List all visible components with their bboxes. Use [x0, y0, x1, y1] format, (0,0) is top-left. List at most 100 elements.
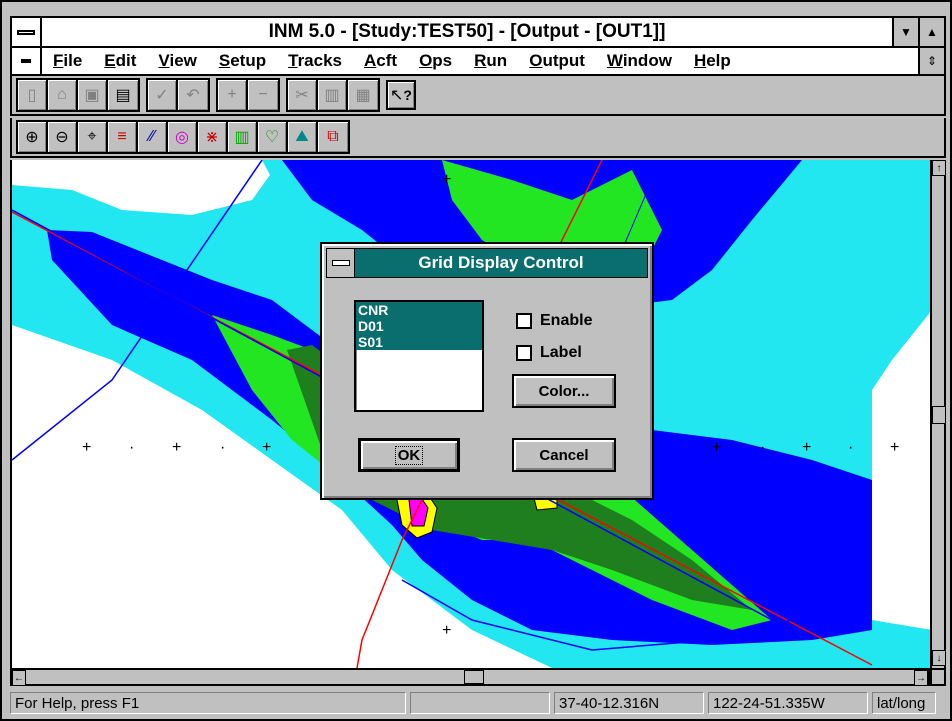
menu-window[interactable]: Window	[596, 51, 683, 71]
status-empty-pane	[410, 692, 550, 714]
left-arrow-icon: ←	[14, 672, 24, 684]
tracks-icon[interactable]: ⁄⁄	[138, 122, 168, 152]
menu-view[interactable]: View	[147, 51, 207, 71]
color-button[interactable]: Color...	[512, 374, 616, 408]
app-window: INM 5.0 - [Study:TEST50] - [Output - [OU…	[0, 0, 952, 721]
locations-icon[interactable]: ▥	[228, 122, 258, 152]
svg-text:·: ·	[220, 439, 225, 456]
dialog-title: Grid Display Control	[418, 253, 584, 272]
document-system-menu-button[interactable]	[12, 48, 42, 74]
maximize-button[interactable]: ▲	[918, 18, 944, 46]
contours-icon[interactable]: ◎	[168, 122, 198, 152]
scroll-right-button[interactable]: →	[914, 670, 928, 686]
svg-text:·: ·	[848, 439, 853, 456]
svg-text:+: +	[172, 439, 181, 456]
svg-text:·: ·	[760, 439, 765, 456]
label-label: Label	[540, 344, 582, 361]
color-button-label: Color...	[538, 382, 590, 400]
copy-icon[interactable]: ▥	[318, 80, 348, 110]
remove-icon[interactable]: −	[248, 80, 278, 110]
menu-tracks[interactable]: Tracks	[277, 51, 353, 71]
list-item[interactable]: CNR	[356, 302, 482, 318]
ok-button[interactable]: OK	[358, 438, 460, 472]
menu-ops[interactable]: Ops	[408, 51, 463, 71]
vertical-scrollbar[interactable]: ↑ ↓	[930, 160, 946, 668]
enable-checkbox-row[interactable]: Enable	[516, 312, 592, 330]
title-bar: INM 5.0 - [Study:TEST50] - [Output - [OU…	[10, 16, 946, 48]
window-title: INM 5.0 - [Study:TEST50] - [Output - [OU…	[268, 21, 666, 42]
context-help-label: ?	[403, 87, 412, 103]
context-help-icon[interactable]: ↖?	[386, 80, 416, 110]
menu-acft[interactable]: Acft	[353, 51, 408, 71]
label-checkbox-row[interactable]: Label	[516, 344, 582, 362]
system-menu-button[interactable]	[12, 18, 42, 46]
up-arrow-icon: ▲	[926, 25, 938, 39]
undo-icon[interactable]: ↶	[178, 80, 208, 110]
menu-file[interactable]: File	[42, 51, 93, 71]
menu-run[interactable]: Run	[463, 51, 518, 71]
svg-text:·: ·	[129, 439, 134, 456]
menu-help[interactable]: Help	[683, 51, 742, 71]
menu-setup[interactable]: Setup	[208, 51, 277, 71]
svg-text:+: +	[262, 439, 271, 456]
cancel-button-label: Cancel	[539, 446, 589, 464]
up-down-arrow-icon: ⇕	[926, 54, 938, 68]
svg-text:+: +	[802, 439, 811, 456]
menu-bar: File Edit View Setup Tracks Acft Ops Run…	[10, 48, 946, 76]
zoom-in-icon[interactable]: ⊕	[18, 122, 48, 152]
save-icon[interactable]: ▣	[78, 80, 108, 110]
down-arrow-icon: ↓	[936, 652, 942, 664]
center-icon[interactable]: ⌖	[78, 122, 108, 152]
scroll-down-button[interactable]: ↓	[932, 650, 946, 666]
enable-label: Enable	[540, 312, 593, 329]
svg-text:+: +	[712, 439, 721, 456]
status-bar: For Help, press F1 37-40-12.316N 122-24-…	[10, 690, 946, 716]
svg-text:+: +	[442, 171, 451, 188]
menu-edit[interactable]: Edit	[93, 51, 147, 71]
right-arrow-icon: →	[916, 672, 926, 684]
new-icon[interactable]: ▯	[18, 80, 48, 110]
scroll-left-button[interactable]: ←	[12, 670, 26, 686]
label-checkbox[interactable]	[516, 345, 532, 361]
svg-text:+: +	[890, 439, 899, 456]
menu-output[interactable]: Output	[518, 51, 596, 71]
status-coord-mode: lat/long	[872, 692, 936, 714]
print-icon[interactable]: ▤	[108, 80, 138, 110]
dialog-system-menu-button[interactable]	[327, 249, 355, 277]
status-help-text: For Help, press F1	[10, 692, 406, 714]
list-item[interactable]: S01	[356, 334, 482, 350]
scroll-up-button[interactable]: ↑	[932, 160, 946, 176]
document-restore-button[interactable]: ⇕	[918, 48, 944, 74]
up-arrow-icon: ↑	[936, 162, 942, 174]
minimize-button[interactable]: ▼	[892, 18, 918, 46]
runways-icon[interactable]: ≡	[108, 122, 138, 152]
grid-icon[interactable]: ⋇	[198, 122, 228, 152]
open-icon[interactable]: ⌂	[48, 80, 78, 110]
list-item[interactable]: D01	[356, 318, 482, 334]
main-toolbar: ▯ ⌂ ▣ ▤ ✓ ↶ + − ✂ ▥ ▦ ↖?	[10, 76, 946, 116]
ok-button-label: OK	[394, 445, 424, 465]
add-icon[interactable]: +	[218, 80, 248, 110]
terrain-icon[interactable]: ⛰	[288, 122, 318, 152]
status-latitude: 37-40-12.316N	[554, 692, 704, 714]
status-longitude: 122-24-51.335W	[708, 692, 868, 714]
dialog-title-bar: Grid Display Control	[326, 248, 648, 278]
cancel-button[interactable]: Cancel	[512, 438, 616, 472]
paste-icon[interactable]: ▦	[348, 80, 378, 110]
vertical-scroll-thumb[interactable]	[932, 406, 946, 424]
cut-icon[interactable]: ✂	[288, 80, 318, 110]
grid-listbox[interactable]: CNR D01 S01	[354, 300, 484, 412]
svg-text:+: +	[82, 439, 91, 456]
zoom-out-icon[interactable]: ⊖	[48, 122, 78, 152]
svg-text:+: +	[442, 622, 451, 639]
down-arrow-icon: ▼	[900, 25, 912, 39]
horizontal-scrollbar[interactable]: ← →	[10, 668, 930, 686]
points-icon[interactable]: ♡	[258, 122, 288, 152]
horizontal-scroll-thumb[interactable]	[464, 670, 484, 684]
view-toolbar: ⊕ ⊖ ⌖ ≡ ⁄⁄ ◎ ⋇ ▥ ♡ ⛰ ⧉	[10, 118, 946, 158]
enable-checkbox[interactable]	[516, 313, 532, 329]
overlay-icon[interactable]: ⧉	[318, 122, 348, 152]
grid-display-control-dialog: Grid Display Control CNR D01 S01 Enable …	[320, 242, 654, 500]
check-icon[interactable]: ✓	[148, 80, 178, 110]
scroll-corner	[930, 668, 946, 686]
